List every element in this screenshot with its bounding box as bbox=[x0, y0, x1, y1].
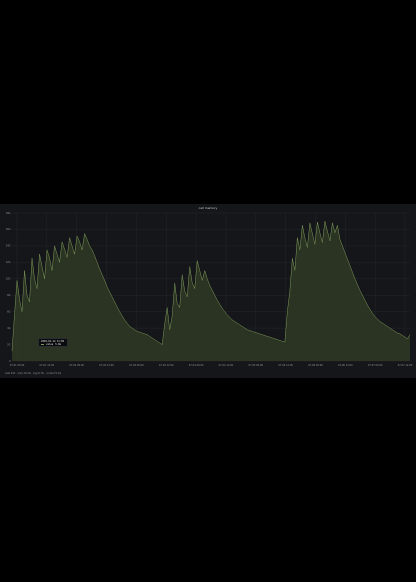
y-tick-label: 4G bbox=[7, 327, 11, 330]
x-tick-label: 07-03 12:00 bbox=[159, 364, 174, 367]
x-tick-label: 07-05 12:00 bbox=[278, 364, 293, 367]
y-tick-label: 8G bbox=[7, 294, 11, 297]
x-tick-label: 07-05 00:00 bbox=[248, 364, 263, 367]
x-tick-label: 07-01 00:00 bbox=[10, 364, 25, 367]
tooltip-value: 5.6G bbox=[55, 343, 61, 346]
y-tick-label: 2G bbox=[7, 343, 11, 346]
x-tick-label: 07-01 12:00 bbox=[40, 364, 55, 367]
x-tick-label: 07-07 12:00 bbox=[398, 364, 413, 367]
x-tick-label: 07-06 12:00 bbox=[338, 364, 353, 367]
hover-tooltip: 2020-01-14 11:00 value 5.6G bbox=[38, 338, 68, 347]
y-tick-label: 16G bbox=[6, 228, 11, 231]
x-tick-label: 07-04 00:00 bbox=[189, 364, 204, 367]
tooltip-row: value 5.6G bbox=[41, 343, 65, 346]
x-tick-label: 07-02 12:00 bbox=[99, 364, 114, 367]
panel-footer: Last 24h · max 16.2G · avg 8.7G · curren… bbox=[5, 372, 62, 375]
y-tick-label: 12G bbox=[6, 261, 11, 264]
y-tick-label: 6G bbox=[7, 310, 11, 313]
x-tick-label: 07-02 00:00 bbox=[69, 364, 84, 367]
chart-svg: 0 2G 4G 6G 8G 10G 12G 14G 16G 18G 07-01 00:00 07-01… bbox=[6, 212, 413, 367]
y-tick-label: 18G bbox=[6, 212, 11, 215]
x-tick-label: 07-07 00:00 bbox=[368, 364, 383, 367]
y-tick-label: 14G bbox=[6, 245, 11, 248]
series-swatch bbox=[41, 344, 44, 345]
tooltip-series-label: value bbox=[46, 343, 54, 346]
x-tick-label: 07-03 00:00 bbox=[129, 364, 144, 367]
y-tick-label: 0 bbox=[9, 360, 11, 363]
series-area bbox=[12, 221, 410, 361]
x-tick-label: 07-04 12:00 bbox=[219, 364, 234, 367]
y-tick-label: 10G bbox=[6, 278, 11, 281]
x-tick-label: 07-06 00:00 bbox=[308, 364, 323, 367]
